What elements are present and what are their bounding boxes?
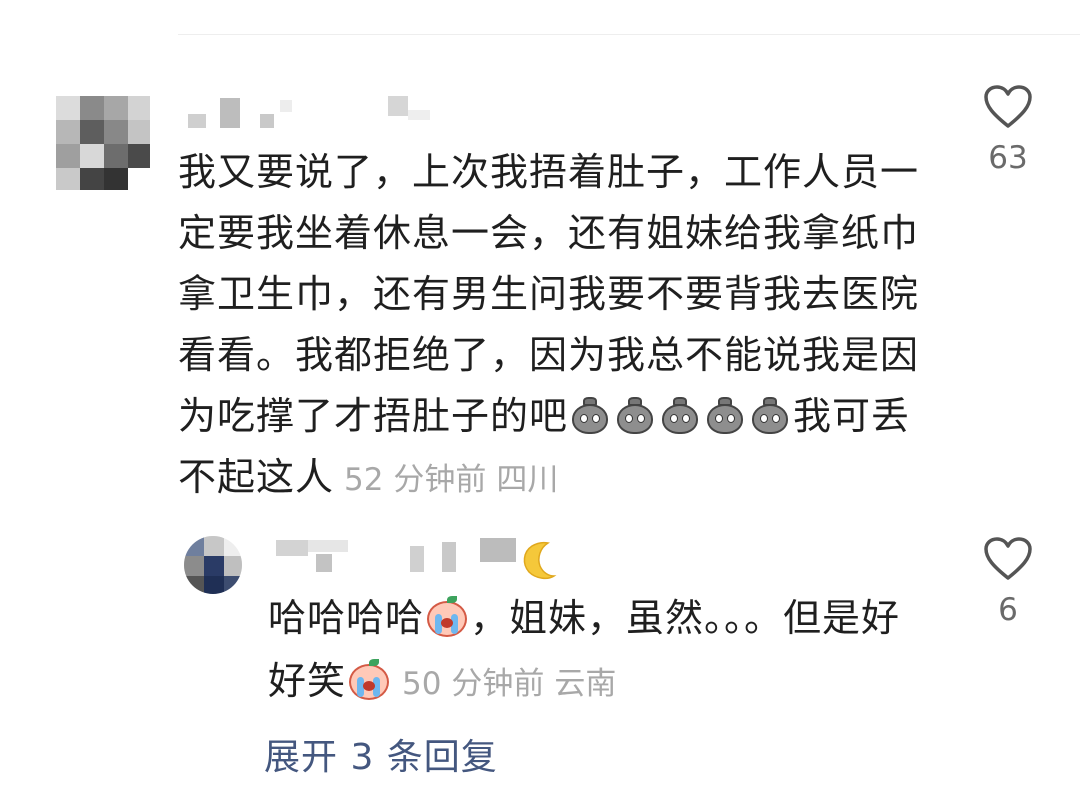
comment-like[interactable]: 63	[973, 84, 1043, 176]
reply-text: 哈哈哈哈	[268, 596, 425, 640]
replier-username-censored[interactable]	[272, 536, 522, 576]
heart-outline-icon[interactable]	[983, 536, 1033, 582]
comment-like-count: 63	[988, 140, 1028, 176]
reply-like-count: 6	[998, 592, 1018, 628]
money-bag-emoji	[705, 397, 745, 435]
crying-laughing-emoji	[426, 596, 468, 638]
reply-location: 云南	[554, 666, 617, 702]
money-bag-emoji	[750, 397, 790, 435]
reply-time: 50 分钟前	[402, 666, 545, 702]
comment-body: 我又要说了，上次我捂着肚子，工作人员一定要我坐着休息一会，还有姐妹给我拿纸巾拿卫…	[178, 142, 938, 511]
reply-like[interactable]: 6	[973, 536, 1043, 628]
reply-meta: 50 分钟前 云南	[402, 666, 616, 702]
crying-laughing-emoji	[348, 659, 390, 701]
commenter-avatar[interactable]	[56, 96, 150, 190]
money-bag-emoji	[570, 397, 610, 435]
comment-location: 四川	[496, 462, 559, 498]
expand-replies-link[interactable]: 展开 3 条回复	[264, 728, 498, 780]
comment-time: 52 分钟前	[344, 462, 487, 498]
crescent-moon-emoji	[523, 541, 557, 580]
commenter-username-censored[interactable]	[180, 92, 440, 132]
money-bag-emoji-group	[568, 394, 793, 438]
money-bag-emoji	[660, 397, 700, 435]
replier-avatar[interactable]	[184, 536, 242, 594]
reply-body: 哈哈哈哈 ，姐妹，虽然。。。但是好好笑 50 分钟前 云南	[268, 587, 928, 716]
divider	[178, 34, 1080, 35]
comment-meta: 52 分钟前 四川	[344, 462, 558, 498]
money-bag-emoji	[615, 397, 655, 435]
heart-outline-icon[interactable]	[983, 84, 1033, 130]
comment-thread: 我又要说了，上次我捂着肚子，工作人员一定要我坐着休息一会，还有姐妹给我拿纸巾拿卫…	[0, 0, 1080, 809]
